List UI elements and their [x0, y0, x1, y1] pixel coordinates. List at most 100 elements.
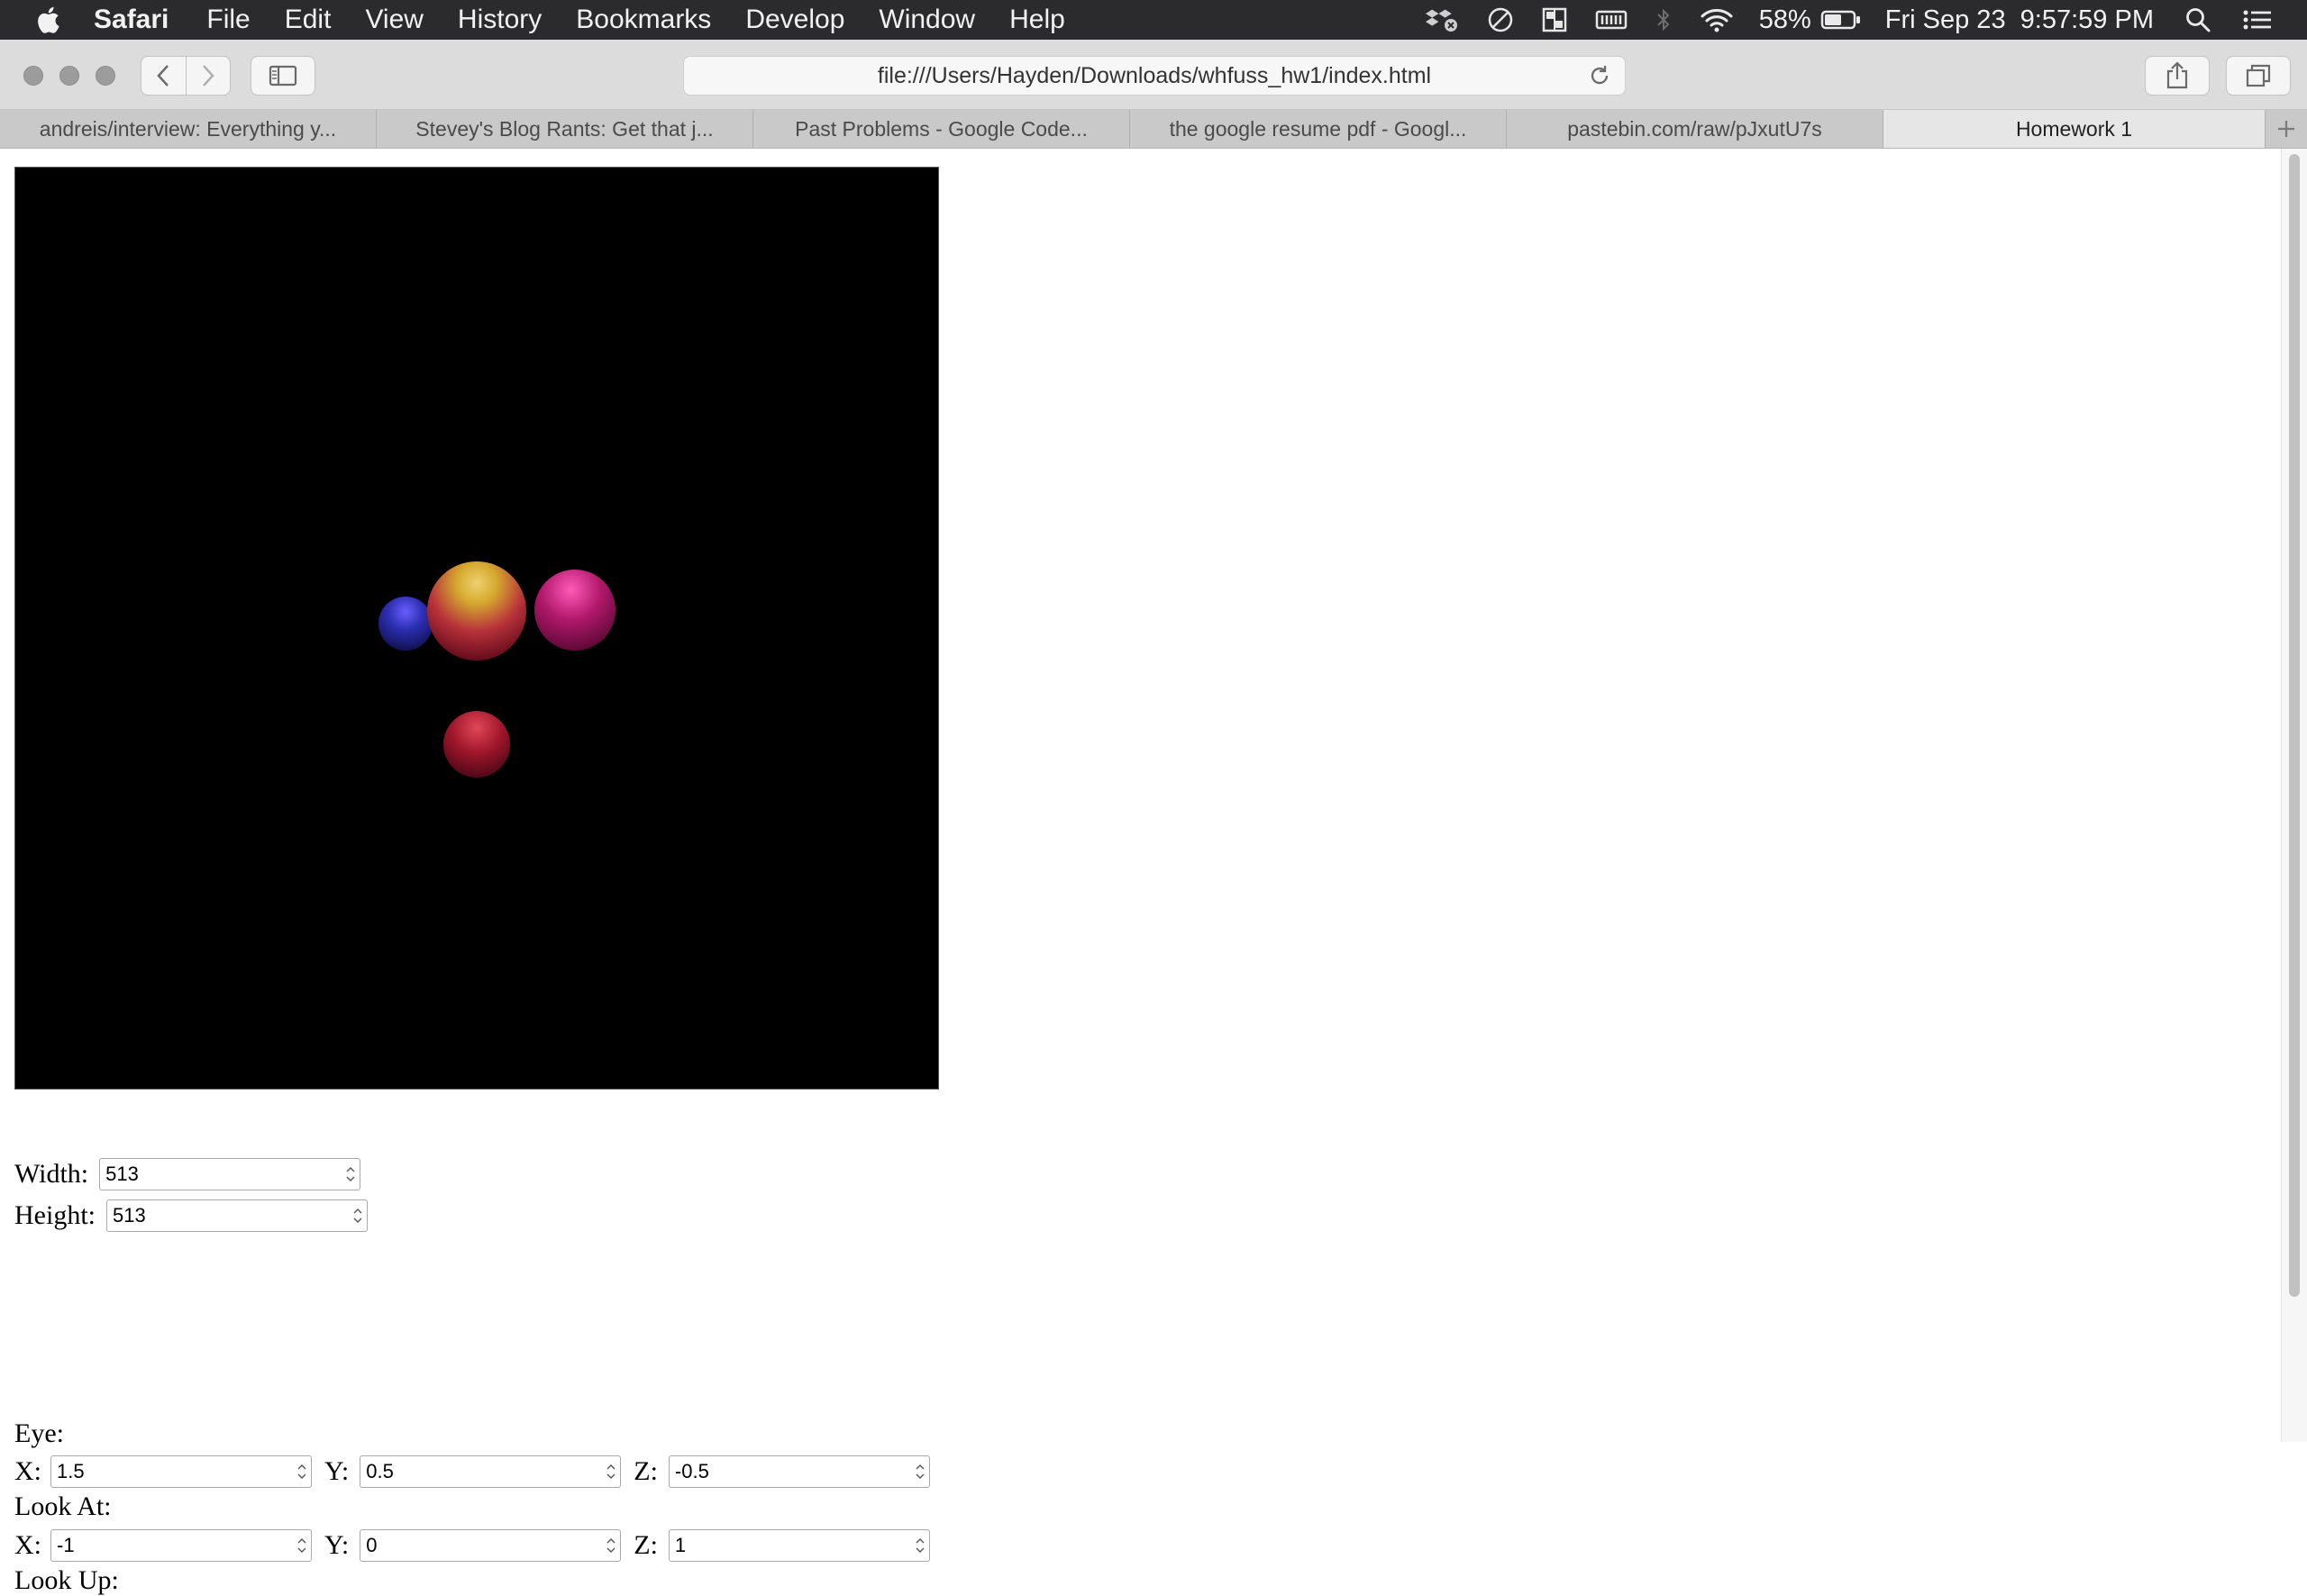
tab-pastebin[interactable]: pastebin.com/raw/pJxutU7s — [1507, 110, 1883, 148]
sidebar-button[interactable] — [251, 56, 315, 96]
menu-edit[interactable]: Edit — [285, 5, 332, 35]
stepper-icon[interactable] — [352, 1206, 363, 1226]
do-not-disturb-icon[interactable] — [1487, 6, 1514, 33]
eye-x-label: X: — [14, 1456, 41, 1486]
stepper-icon[interactable] — [345, 1164, 356, 1184]
width-label: Width: — [14, 1159, 89, 1189]
battery-percent: 58% — [1758, 5, 1811, 34]
battery-icon[interactable] — [1820, 6, 1862, 33]
width-row: Width: 513 — [14, 1158, 361, 1190]
eye-row: X: 1.5 Y: 0.5 Z: -0.5 — [14, 1455, 930, 1488]
chevron-left-icon — [157, 65, 169, 87]
height-input[interactable]: 513 — [106, 1199, 368, 1232]
width-input[interactable]: 513 — [99, 1158, 361, 1190]
reload-icon[interactable] — [1587, 63, 1612, 95]
tab-andreis-interview[interactable]: andreis/interview: Everything y... — [0, 110, 377, 148]
blue-sphere — [378, 597, 433, 651]
lookat-z-input[interactable]: 1 — [668, 1529, 930, 1562]
browser-toolbar: file:///Users/Hayden/Downloads/whfuss_hw… — [0, 40, 2307, 110]
menu-file[interactable]: File — [206, 5, 250, 35]
menu-window[interactable]: Window — [879, 5, 975, 35]
wifi-icon[interactable] — [1700, 6, 1734, 33]
page-content: Width: 513 Height: 513 Eye: X: 1.5 Y: 0.… — [0, 149, 2289, 1595]
minimize-window-button[interactable] — [59, 66, 79, 86]
look-up-heading: Look Up: — [14, 1565, 119, 1595]
eye-z-label: Z: — [634, 1456, 658, 1486]
apple-menu-icon[interactable] — [36, 5, 63, 35]
memory-icon[interactable] — [1595, 6, 1628, 33]
tab-label: pastebin.com/raw/pJxutU7s — [1567, 116, 1822, 141]
eye-x-input[interactable]: 1.5 — [50, 1455, 312, 1488]
back-button[interactable] — [141, 57, 187, 95]
tab-steveys-blog[interactable]: Stevey's Blog Rants: Get that j... — [377, 110, 753, 148]
tab-label: Past Problems - Google Code... — [795, 116, 1088, 141]
tab-past-problems[interactable]: Past Problems - Google Code... — [753, 110, 1130, 148]
share-icon — [2166, 61, 2188, 89]
status-area: 58% Fri Sep 23 9:57:59 PM — [1397, 0, 2273, 40]
stepper-icon[interactable] — [606, 1462, 616, 1482]
close-window-button[interactable] — [23, 66, 43, 86]
menu-develop[interactable]: Develop — [745, 5, 844, 35]
stepper-icon[interactable] — [915, 1462, 926, 1482]
tab-overview-button[interactable] — [2226, 56, 2291, 96]
share-button[interactable] — [2145, 56, 2210, 96]
zoom-window-button[interactable] — [96, 66, 115, 86]
eye-heading: Eye: — [14, 1418, 64, 1448]
lookat-y-value: 0 — [366, 1534, 378, 1556]
plus-icon — [2278, 121, 2294, 137]
url-text[interactable]: file:///Users/Hayden/Downloads/whfuss_hw… — [878, 63, 1431, 89]
menu-help[interactable]: Help — [1009, 5, 1065, 35]
stepper-icon[interactable] — [915, 1536, 926, 1555]
eye-y-value: 0.5 — [366, 1460, 394, 1482]
notification-center-icon[interactable] — [2242, 6, 2273, 33]
menu-view[interactable]: View — [365, 5, 423, 35]
red-sphere — [443, 711, 510, 778]
look-at-row: X: -1 Y: 0 Z: 1 — [14, 1529, 930, 1562]
dropbox-icon[interactable] — [1424, 6, 1460, 33]
height-row: Height: 513 — [14, 1199, 368, 1232]
tab-bar: andreis/interview: Everything y... Steve… — [0, 110, 2307, 149]
eye-z-input[interactable]: -0.5 — [668, 1455, 930, 1488]
menu-history[interactable]: History — [458, 5, 542, 35]
spotlight-search-icon[interactable] — [2184, 6, 2211, 33]
menu-bar: Safari File Edit View History Bookmarks … — [0, 0, 2307, 40]
width-value: 513 — [105, 1163, 139, 1185]
menu-safari[interactable]: Safari — [94, 5, 169, 35]
look-at-heading: Look At: — [14, 1491, 112, 1521]
gold-red-sphere — [427, 561, 526, 661]
lookat-y-input[interactable]: 0 — [360, 1529, 622, 1562]
tab-label: Stevey's Blog Rants: Get that j... — [415, 116, 714, 141]
tab-homework-1[interactable]: Homework 1 — [1883, 110, 2266, 148]
stepper-icon[interactable] — [296, 1536, 307, 1555]
address-bar[interactable]: file:///Users/Hayden/Downloads/whfuss_hw… — [683, 56, 1626, 96]
back-forward-buttons — [141, 56, 231, 96]
menu-bookmarks[interactable]: Bookmarks — [576, 5, 711, 35]
vertical-scrollbar[interactable] — [2281, 149, 2307, 1442]
magenta-sphere — [534, 570, 616, 651]
eye-z-value: -0.5 — [674, 1460, 709, 1482]
lookat-x-input[interactable]: -1 — [50, 1529, 312, 1562]
lookat-x-value: -1 — [57, 1534, 75, 1556]
bluetooth-icon[interactable] — [1655, 6, 1673, 33]
tab-google-resume[interactable]: the google resume pdf - Googl... — [1130, 110, 1507, 148]
scrollbar-thumb[interactable] — [2289, 154, 2300, 1297]
tab-label: Homework 1 — [2015, 116, 2133, 141]
new-tab-button[interactable] — [2266, 110, 2307, 148]
eye-x-value: 1.5 — [57, 1460, 85, 1482]
sidebar-icon — [269, 65, 297, 87]
eye-y-label: Y: — [324, 1456, 350, 1486]
eye-y-input[interactable]: 0.5 — [360, 1455, 622, 1488]
height-label: Height: — [14, 1200, 96, 1230]
render-canvas[interactable] — [14, 167, 939, 1090]
lookat-x-label: X: — [14, 1530, 41, 1560]
forward-button[interactable] — [187, 57, 231, 95]
window-manager-icon[interactable] — [1541, 6, 1568, 33]
stepper-icon[interactable] — [606, 1536, 616, 1555]
tab-label: andreis/interview: Everything y... — [39, 116, 337, 141]
clock[interactable]: Fri Sep 23 9:57:59 PM — [1885, 5, 2154, 35]
tab-label: the google resume pdf - Googl... — [1169, 116, 1467, 141]
chevron-right-icon — [202, 65, 214, 87]
lookat-z-value: 1 — [674, 1534, 687, 1556]
lookat-y-label: Y: — [324, 1530, 350, 1560]
stepper-icon[interactable] — [296, 1462, 307, 1482]
